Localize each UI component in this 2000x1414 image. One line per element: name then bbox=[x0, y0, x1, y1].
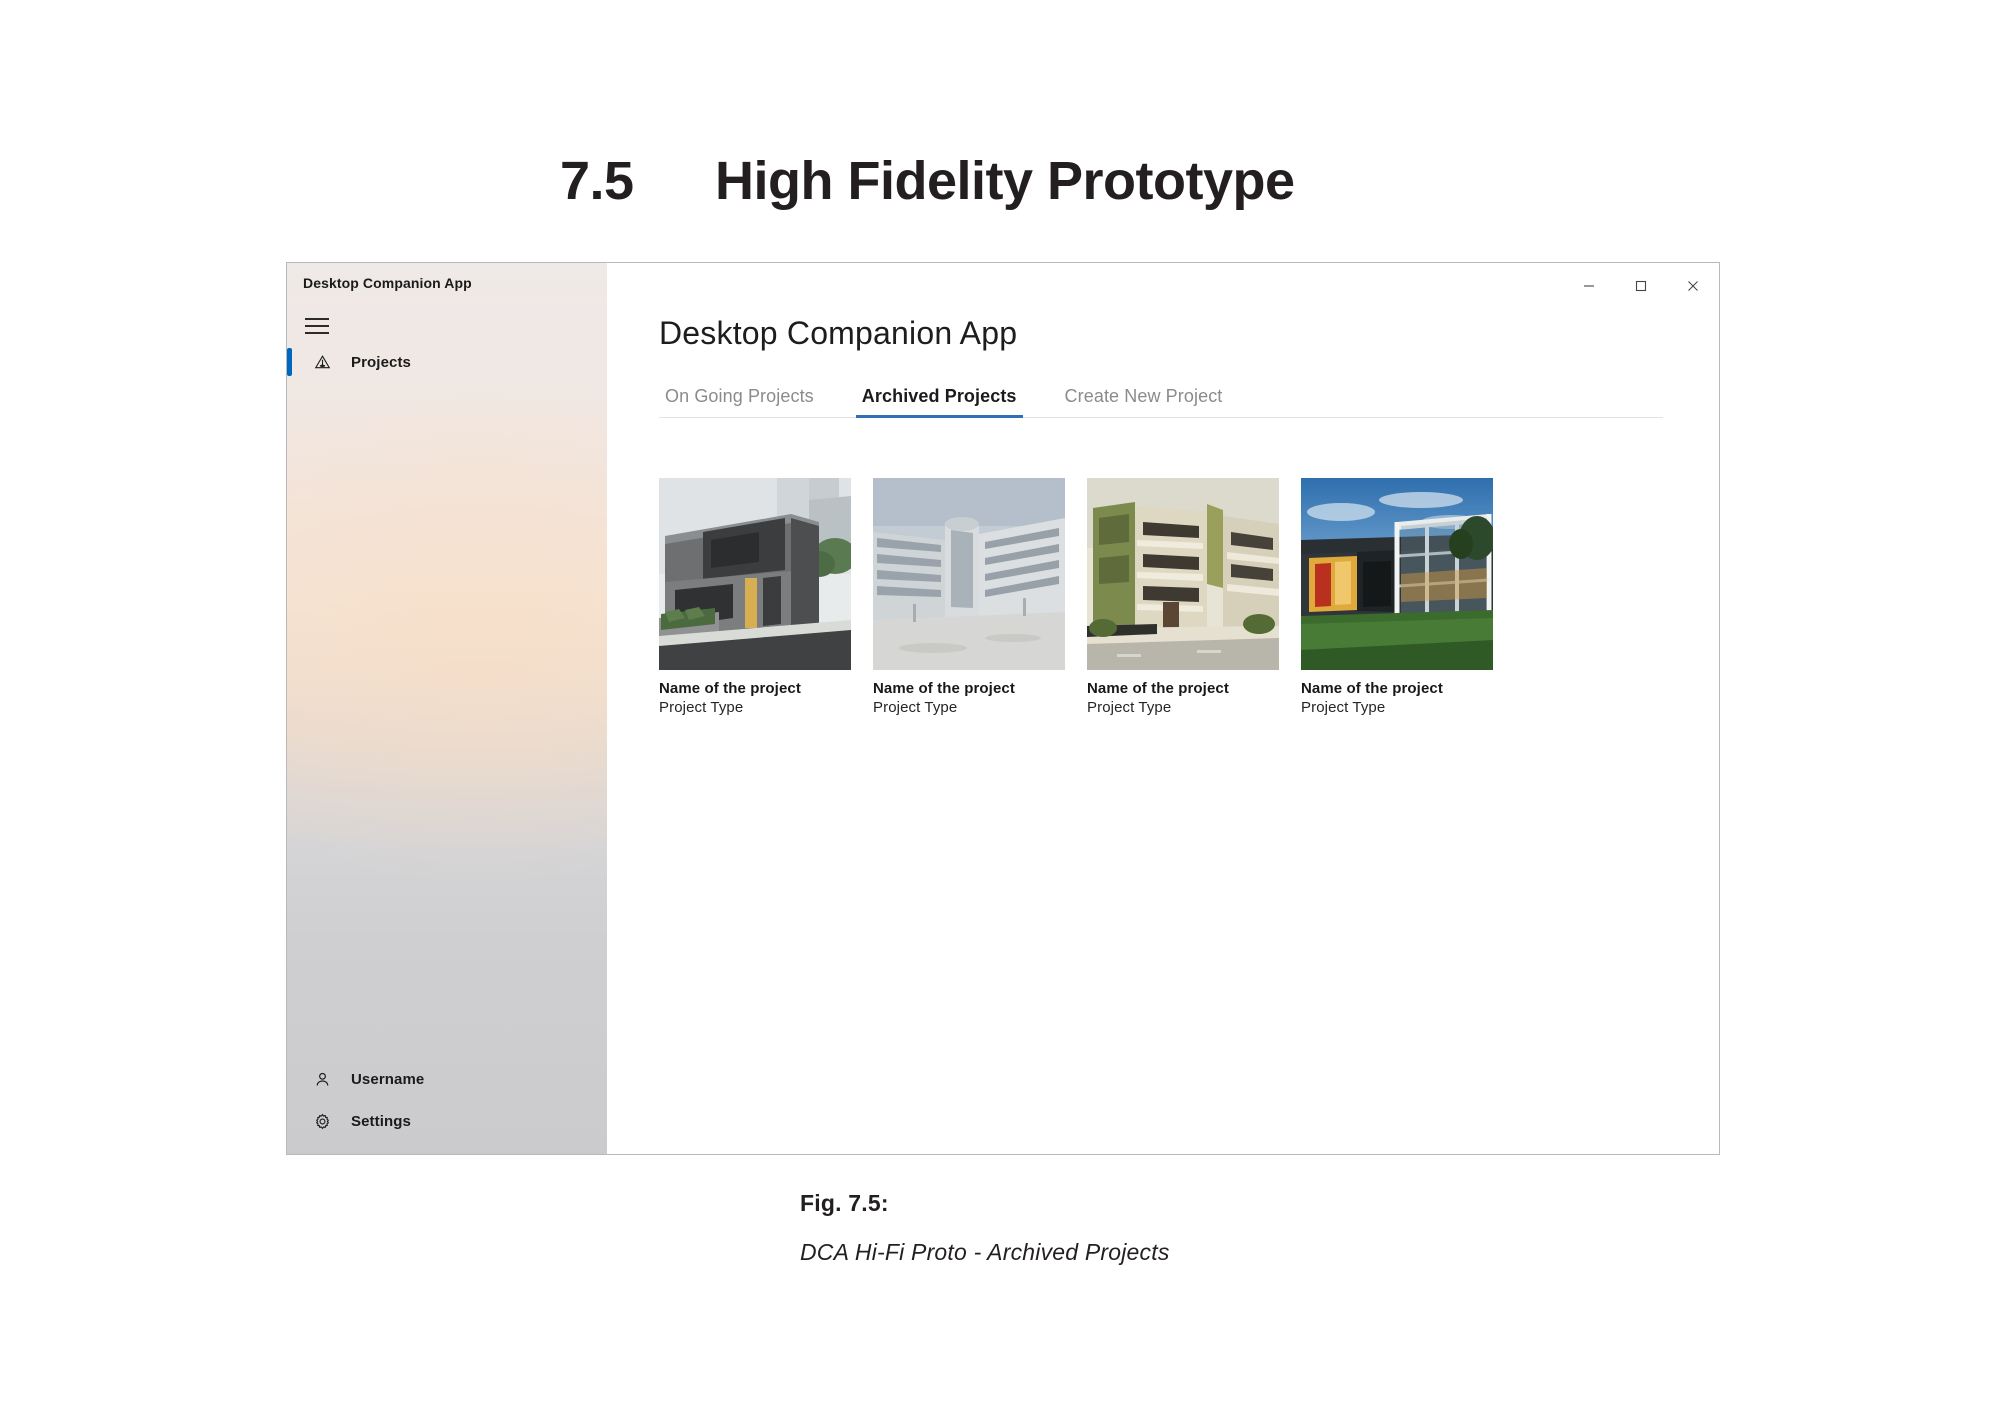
tab-create-new-project[interactable]: Create New Project bbox=[1059, 386, 1229, 417]
minimize-button[interactable] bbox=[1563, 263, 1615, 309]
caption-label: Fig. 7.5: bbox=[800, 1190, 889, 1216]
project-card[interactable]: Name of the project Project Type bbox=[1087, 478, 1279, 716]
project-grid: Name of the project Project Type Name of… bbox=[659, 478, 1663, 716]
project-thumbnail[interactable] bbox=[1087, 478, 1279, 670]
window-controls bbox=[1563, 263, 1719, 309]
sidebar-item-label: Projects bbox=[351, 353, 411, 371]
project-card[interactable]: Name of the project Project Type bbox=[873, 478, 1065, 716]
maximize-icon bbox=[1635, 280, 1647, 292]
figure-caption: Fig. 7.5: DCA Hi-Fi Proto - Archived Pro… bbox=[800, 1190, 1170, 1266]
section-title: High Fidelity Prototype bbox=[715, 151, 1295, 211]
project-type: Project Type bbox=[1087, 699, 1172, 716]
hamburger-icon[interactable] bbox=[305, 313, 335, 339]
page-title: 7.5 High Fidelity Prototype bbox=[560, 150, 1295, 212]
section-number: 7.5 bbox=[560, 151, 634, 211]
sidebar-item-label: Settings bbox=[351, 1112, 411, 1130]
sidebar-item-projects[interactable]: Projects bbox=[287, 339, 607, 385]
project-name: Name of the project bbox=[1301, 680, 1443, 697]
project-type: Project Type bbox=[659, 699, 744, 716]
project-name: Name of the project bbox=[873, 680, 1015, 697]
sidebar: Desktop Companion App Projects Username … bbox=[287, 263, 607, 1154]
maximize-button[interactable] bbox=[1615, 263, 1667, 309]
app-window: Desktop Companion App Projects Username … bbox=[286, 262, 1720, 1155]
project-image-4 bbox=[1301, 478, 1493, 670]
close-button[interactable] bbox=[1667, 263, 1719, 309]
window-title: Desktop Companion App bbox=[303, 275, 472, 291]
person-icon bbox=[309, 1066, 335, 1092]
project-thumbnail[interactable] bbox=[873, 478, 1065, 670]
project-card[interactable]: Name of the project Project Type bbox=[1301, 478, 1493, 716]
app-heading: Desktop Companion App bbox=[659, 315, 1018, 351]
tab-archived-projects[interactable]: Archived Projects bbox=[855, 386, 1023, 418]
project-card[interactable]: Name of the project Project Type bbox=[659, 478, 851, 716]
project-name: Name of the project bbox=[659, 680, 801, 697]
project-name: Name of the project bbox=[1087, 680, 1229, 697]
sidebar-item-label: Username bbox=[351, 1070, 425, 1088]
project-image-1 bbox=[659, 478, 851, 670]
project-thumbnail[interactable] bbox=[659, 478, 851, 670]
tab-on-going-projects[interactable]: On Going Projects bbox=[659, 386, 820, 417]
project-type: Project Type bbox=[1301, 699, 1386, 716]
minimize-icon bbox=[1584, 285, 1594, 287]
project-image-2 bbox=[873, 478, 1065, 670]
project-thumbnail[interactable] bbox=[1301, 478, 1493, 670]
gear-icon bbox=[309, 1108, 335, 1134]
project-image-3 bbox=[1087, 478, 1279, 670]
sidebar-item-username[interactable]: Username bbox=[287, 1058, 607, 1100]
close-icon bbox=[1688, 281, 1698, 291]
sidebar-item-settings[interactable]: Settings bbox=[287, 1100, 607, 1142]
main-content: Desktop Companion App On Going Projects … bbox=[607, 263, 1719, 1154]
projects-icon bbox=[309, 349, 335, 375]
sidebar-bottom-group: Username Settings bbox=[287, 1058, 607, 1154]
tab-bar: On Going Projects Archived Projects Crea… bbox=[659, 386, 1663, 418]
caption-text: DCA Hi-Fi Proto - Archived Projects bbox=[800, 1239, 1170, 1265]
project-type: Project Type bbox=[873, 699, 958, 716]
